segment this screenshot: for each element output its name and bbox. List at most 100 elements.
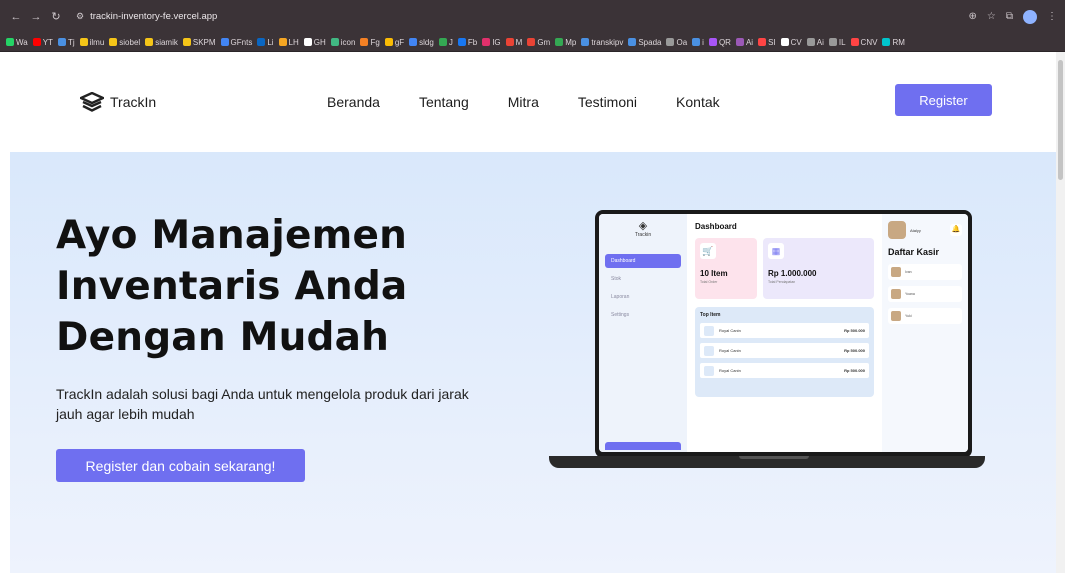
hero-description: TrackIn adalah solusi bagi Anda untuk me… [56,386,469,422]
bookmark-item[interactable]: Mp [555,38,576,47]
extensions-icon[interactable]: ⧉ [1006,11,1013,22]
bookmark-item[interactable]: i [692,38,704,47]
bookmark-item[interactable]: CNV [850,38,877,47]
bookmark-label: Gm [537,37,551,47]
preview-menu-stok: Stok [611,276,622,282]
bookmark-item[interactable]: sldg [409,38,434,47]
product-thumb [704,345,714,356]
bookmark-item[interactable]: SKPM [182,37,216,47]
reload-icon[interactable]: ↻ [48,9,64,25]
profile-avatar[interactable] [1023,9,1037,24]
bookmark-item[interactable]: siobel [109,38,140,47]
nav-link-mitra[interactable]: Mitra [508,94,539,110]
register-button[interactable]: Register [895,84,992,116]
bookmark-item[interactable]: IL [828,37,846,47]
list-item: Yoana [888,286,962,302]
bookmark-item[interactable]: M [505,38,522,47]
bookmark-item[interactable]: siamik [145,38,178,47]
address-bar[interactable]: ⚙ trackin-inventory-fe.vercel.app [68,6,225,28]
url-text: trackin-inventory-fe.vercel.app [90,11,218,22]
bookmark-star-icon[interactable]: ☆ [987,11,996,22]
bookmark-item[interactable]: transkipv [581,38,623,47]
bookmark-item[interactable]: QR [708,38,731,47]
kasir-name: Yoana [905,292,915,296]
bookmark-favicon-icon [278,38,287,46]
scroll-thumb[interactable] [1058,60,1063,180]
bookmark-item[interactable]: Ai [735,38,753,47]
bookmark-label: IG [492,37,501,47]
bookmark-label: Spada [638,37,662,47]
bookmark-favicon-icon [806,38,815,46]
bookmark-label: siobel [119,37,141,47]
bookmark-item[interactable]: SI [758,38,776,47]
bookmark-label: SI [768,37,776,47]
bookmark-item[interactable]: Wa [6,38,28,47]
bookmark-item[interactable]: CV [780,37,802,47]
preview-user: Atalyy 🔔 [888,221,962,239]
preview-brand: ◈ Trackin [605,220,681,238]
nav-link-tentang[interactable]: Tentang [419,94,469,110]
bookmark-label: CV [790,37,802,47]
bookmark-item[interactable]: Oa [666,38,687,47]
bookmarks-bar: Wa YT Tj ilmu siobel siamik SKPM GFnts Li LH GH ico… [0,33,1065,52]
bookmark-item[interactable]: icon [330,38,355,47]
bookmark-item[interactable]: GFnts [220,38,252,47]
bookmark-item[interactable]: Ai [806,37,824,47]
bookmark-item[interactable]: Li [257,38,274,47]
site-info-icon[interactable]: ⚙ [76,11,84,22]
back-icon[interactable]: ← [8,9,24,25]
nav-link-beranda[interactable]: Beranda [327,94,380,110]
bookmark-label: siamik [155,37,178,47]
nav-link-testimoni[interactable]: Testimoni [578,94,637,110]
bookmark-label: YT [42,37,53,47]
register-cta-button[interactable]: Register dan cobain sekarang! [56,449,305,482]
bookmark-favicon-icon [303,38,312,46]
bookmark-item[interactable]: ilmu [79,38,104,47]
preview-menu-laporan: Laporan [611,294,630,300]
bookmark-label: Ai [816,37,824,47]
bookmark-item[interactable]: IG [482,37,501,47]
bookmark-item[interactable]: RM [882,37,905,47]
forward-icon[interactable]: → [28,9,44,25]
zoom-icon[interactable]: ⊕ [969,11,977,22]
bookmark-item[interactable]: GH [303,38,326,47]
preview-logo-icon: ◈ [638,220,648,232]
bookmark-label: Wa [16,37,28,47]
list-item: Yuki [888,308,962,324]
bookmark-item[interactable]: Gm [527,38,550,47]
preview-kasir-title: Daftar Kasir [888,247,940,257]
bookmark-label: RM [892,37,905,47]
dashboard-preview: ◈ Trackin Dashboard Stok Laporan Setting… [599,214,968,452]
bookmark-item[interactable]: Tj [57,38,75,47]
bookmark-favicon-icon [438,38,447,46]
bookmark-label: Fg [370,37,380,47]
kasir-name: Ivan [905,270,912,274]
bookmark-item[interactable]: LH [278,38,299,47]
brand-logo[interactable]: TrackIn [80,92,156,112]
product-name: Royal Canin [719,348,741,353]
bookmark-favicon-icon [527,38,536,46]
bookmark-item[interactable]: gF [384,38,404,47]
bookmark-item[interactable]: J [438,38,453,47]
product-thumb [704,365,714,376]
bookmark-favicon-icon [666,38,675,46]
menu-icon[interactable]: ⋮ [1047,11,1057,22]
laptop-mockup: ◈ Trackin Dashboard Stok Laporan Setting… [549,210,985,482]
bookmark-item[interactable]: Fb [457,38,477,47]
bookmark-favicon-icon [360,38,369,46]
bookmark-favicon-icon [828,38,837,46]
bookmark-label: IL [838,37,846,47]
bookmark-label: i [702,37,704,47]
nav-link-kontak[interactable]: Kontak [676,94,720,110]
bookmark-favicon-icon [330,38,339,46]
avatar [891,267,901,277]
avatar [891,311,901,321]
bookmark-item[interactable]: Fg [360,37,380,47]
page-scrollbar[interactable] [1056,52,1065,573]
bookmark-label: SKPM [192,37,216,47]
bookmark-item[interactable]: YT [32,37,53,47]
cart-icon: 🛒 [700,243,716,259]
bookmark-item[interactable]: Spada [628,38,661,47]
bookmark-favicon-icon [850,38,859,46]
bookmark-favicon-icon [79,38,88,46]
